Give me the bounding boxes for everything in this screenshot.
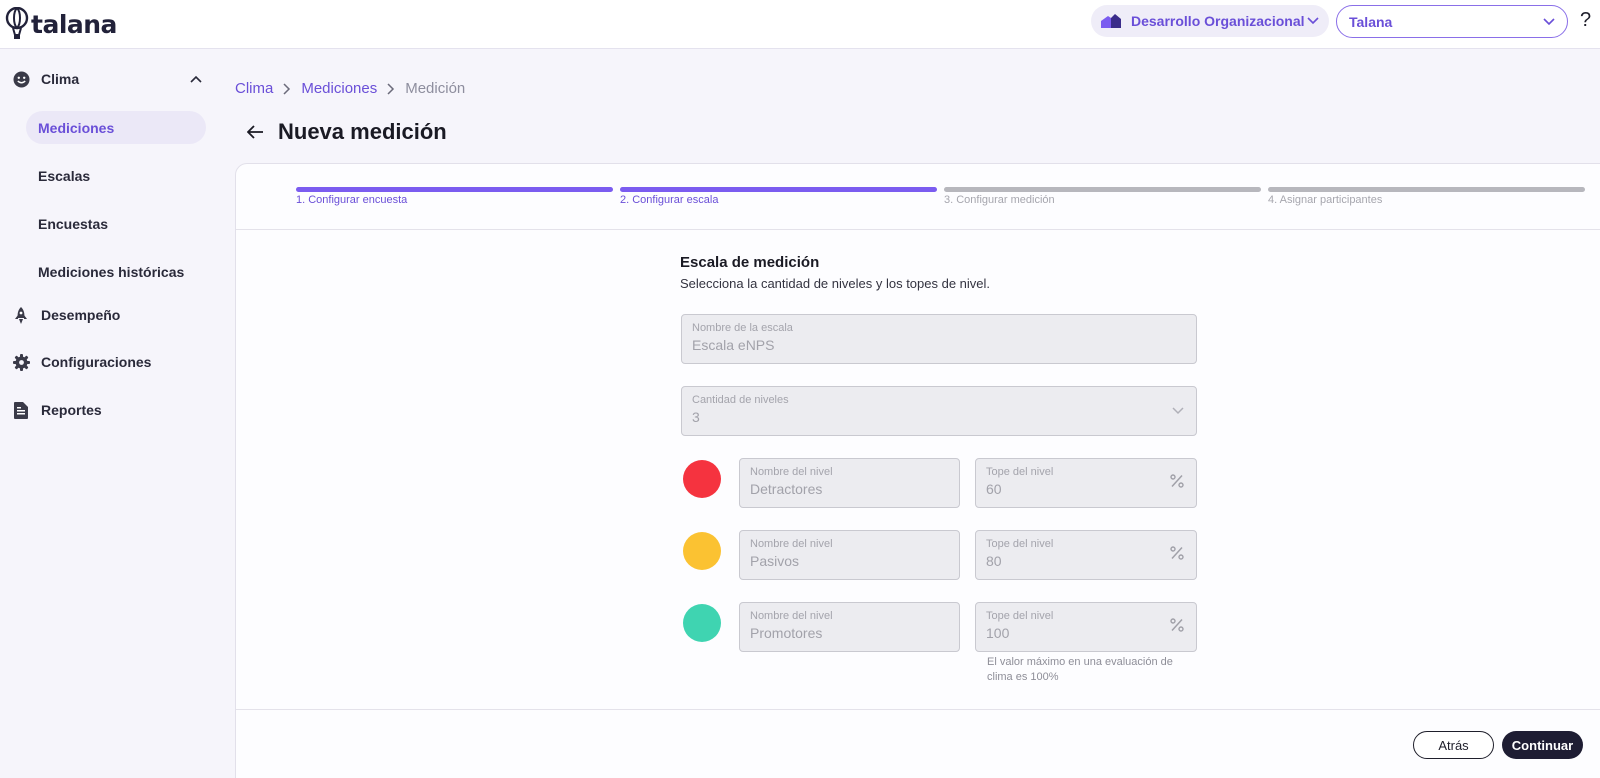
sidebar-group-label: Desempeño [41, 307, 121, 323]
step-progress-bar [944, 187, 1261, 192]
back-arrow-button[interactable] [244, 121, 266, 143]
field-value: Promotores [750, 625, 823, 641]
step-progress-bar [296, 187, 613, 192]
field-label: Nombre del nivel [750, 610, 833, 622]
field-value: 3 [692, 409, 700, 425]
field-label: Nombre del nivel [750, 538, 833, 550]
sidebar-group-label: Reportes [41, 402, 102, 418]
field-label: Nombre de la escala [692, 322, 793, 334]
step-progress-bar [1268, 187, 1585, 192]
sidebar-group-reportes[interactable]: Reportes [12, 398, 202, 422]
stepper: 1. Configurar encuesta 2. Configurar esc… [236, 164, 1600, 230]
sidebar-group-configuraciones[interactable]: Configuraciones [12, 350, 202, 374]
field-label: Tope del nivel [986, 538, 1054, 550]
level-color-red[interactable] [683, 460, 721, 498]
field-label: Nombre del nivel [750, 466, 833, 478]
level-cap-field[interactable]: Tope del nivel 80 [975, 530, 1197, 580]
balloon-icon [5, 7, 29, 39]
level-color-green[interactable] [683, 604, 721, 642]
rocket-icon [12, 306, 30, 324]
page-title: Nueva medición [278, 119, 447, 144]
module-label: Desarrollo Organizacional [1131, 13, 1305, 29]
breadcrumb-clima[interactable]: Clima [235, 80, 273, 97]
field-value: 100 [986, 625, 1010, 641]
field-value: 80 [986, 553, 1002, 569]
level-name-field[interactable]: Nombre del nivel Promotores [739, 602, 960, 652]
step-configurar-medicion[interactable]: 3. Configurar medición [944, 187, 1261, 206]
level-cap-field[interactable]: Tope del nivel 60 [975, 458, 1197, 508]
sidebar-item-mediciones[interactable]: Mediciones [26, 111, 206, 144]
chevron-right-icon [387, 82, 395, 95]
step-label: 2. Configurar escala [620, 194, 719, 206]
step-label: 1. Configurar encuesta [296, 194, 408, 206]
chevron-down-icon [1172, 407, 1184, 415]
chevron-down-icon [1307, 17, 1319, 25]
field-label: Tope del nivel [986, 610, 1054, 622]
gear-icon [12, 353, 30, 371]
top-bar: talana Desarrollo Organizacional Talana … [0, 0, 1600, 49]
sidebar-group-label: Configuraciones [41, 354, 152, 370]
max-value-hint: El valor máximo en una evaluación de cli… [987, 656, 1173, 683]
level-cap-field[interactable]: Tope del nivel 100 [975, 602, 1197, 652]
continue-button[interactable]: Continuar [1502, 731, 1583, 759]
chevron-right-icon [283, 82, 291, 95]
form-title: Escala de medición [680, 254, 820, 271]
scale-name-field[interactable]: Nombre de la escala Escala eNPS [681, 314, 1197, 364]
field-label: Tope del nivel [986, 466, 1054, 478]
arrow-left-icon [246, 125, 263, 139]
sidebar-group-desempeno[interactable]: Desempeño [12, 303, 202, 327]
step-progress-bar [620, 187, 937, 192]
levels-count-select[interactable]: Cantidad de niveles 3 [681, 386, 1197, 436]
company-selector[interactable]: Talana [1336, 5, 1568, 38]
footer-divider [236, 709, 1600, 710]
chevron-down-icon [1543, 17, 1555, 25]
buildings-icon [1101, 14, 1121, 28]
sidebar-item-mediciones-historicas[interactable]: Mediciones históricas [26, 255, 206, 288]
percent-icon [1170, 474, 1184, 488]
talana-logo[interactable]: talana [4, 6, 117, 42]
smiley-face-icon [12, 70, 30, 88]
percent-icon [1170, 618, 1184, 632]
sidebar-item-encuestas[interactable]: Encuestas [26, 207, 206, 240]
field-value: Pasivos [750, 553, 800, 569]
breadcrumb-mediciones[interactable]: Mediciones [301, 80, 377, 97]
document-icon [12, 401, 30, 419]
level-color-yellow[interactable] [683, 532, 721, 570]
breadcrumb-current: Medición [405, 80, 466, 97]
chevron-up-icon [190, 75, 202, 83]
step-label: 3. Configurar medición [944, 194, 1055, 206]
scale-form-header: Escala de medición Selecciona la cantida… [680, 254, 990, 291]
step-configurar-escala[interactable]: 2. Configurar escala [620, 187, 937, 206]
sidebar-item-escalas[interactable]: Escalas [26, 159, 206, 192]
percent-icon [1170, 546, 1184, 560]
field-value: Escala eNPS [692, 337, 775, 353]
field-value: 60 [986, 481, 1002, 497]
level-name-field[interactable]: Nombre del nivel Detractores [739, 458, 960, 508]
company-label: Talana [1349, 13, 1393, 30]
module-selector[interactable]: Desarrollo Organizacional [1091, 5, 1329, 37]
brand-name: talana [31, 9, 117, 39]
help-button[interactable]: ? [1580, 9, 1591, 32]
sidebar-group-label: Clima [41, 71, 80, 87]
field-label: Cantidad de niveles [692, 394, 789, 406]
step-label: 4. Asignar participantes [1268, 194, 1383, 206]
field-value: Detractores [750, 481, 823, 497]
page-header: Nueva medición [244, 119, 447, 145]
breadcrumb: Clima Mediciones Medición [235, 80, 465, 97]
form-subtitle: Selecciona la cantidad de niveles y los … [680, 276, 991, 291]
sidebar-group-clima[interactable]: Clima [12, 67, 202, 91]
step-configurar-encuesta[interactable]: 1. Configurar encuesta [296, 187, 613, 206]
level-name-field[interactable]: Nombre del nivel Pasivos [739, 530, 960, 580]
step-asignar-participantes[interactable]: 4. Asignar participantes [1268, 187, 1585, 206]
sidebar: Clima Mediciones Escalas Encuestas Medic… [0, 49, 226, 778]
back-button[interactable]: Atrás [1413, 731, 1494, 759]
